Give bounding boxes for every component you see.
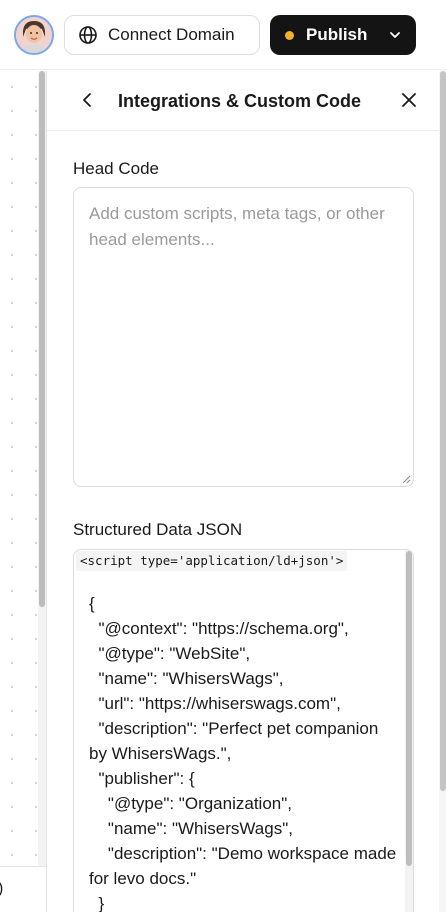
integrations-panel: Integrations & Custom Code Head Code Str…	[46, 71, 446, 912]
connect-domain-label: Connect Domain	[108, 25, 235, 44]
top-bar: Connect Domain Publish	[0, 0, 446, 70]
publish-button[interactable]: Publish	[270, 15, 416, 55]
chevron-left-icon[interactable]	[79, 91, 97, 109]
panel-header: Integrations & Custom Code	[47, 71, 446, 131]
canvas-bottom-fragment: )	[0, 866, 46, 912]
user-avatar[interactable]	[14, 15, 54, 55]
script-tag-badge: <script type='application/ld+json'>	[76, 551, 348, 571]
avatar-image	[16, 17, 52, 53]
canvas-scrollbar-thumb[interactable]	[39, 71, 45, 607]
app-window: Connect Domain Publish ) Integration	[0, 0, 446, 912]
close-icon[interactable]	[400, 91, 418, 109]
head-code-textarea[interactable]	[73, 187, 414, 487]
structured-data-code[interactable]: { "@context": "https://schema.org", "@ty…	[89, 591, 399, 912]
design-canvas[interactable]	[0, 71, 38, 912]
panel-title: Integrations & Custom Code	[118, 91, 362, 111]
structured-data-label: Structured Data JSON	[73, 520, 243, 539]
publish-label: Publish	[306, 25, 368, 44]
canvas-scrollbar[interactable]	[38, 71, 46, 912]
chevron-down-icon[interactable]	[388, 28, 402, 42]
connect-domain-button[interactable]: Connect Domain	[64, 15, 260, 55]
panel-scrollbar[interactable]	[439, 71, 446, 912]
globe-icon	[78, 25, 98, 45]
cutoff-text: )	[0, 880, 3, 898]
json-editor-scrollbar-thumb[interactable]	[406, 551, 412, 866]
head-code-label: Head Code	[73, 159, 160, 178]
panel-scrollbar-thumb[interactable]	[440, 71, 446, 791]
json-editor-scrollbar[interactable]	[405, 550, 413, 912]
publish-status-dot	[285, 30, 294, 40]
structured-data-editor[interactable]: <script type='application/ld+json'> { "@…	[73, 549, 414, 912]
